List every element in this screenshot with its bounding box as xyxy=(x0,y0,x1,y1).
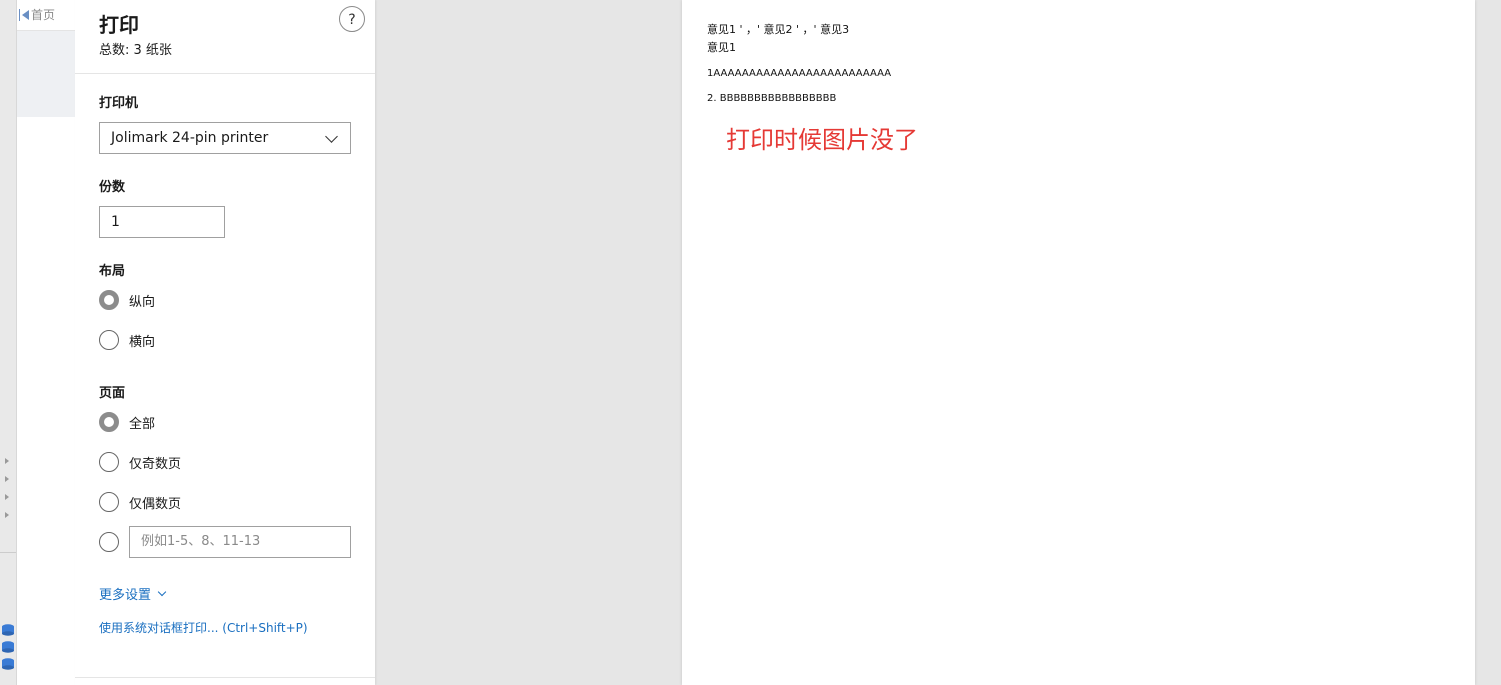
printer-select-value: Jolimark 24-pin printer xyxy=(111,130,269,146)
database-icon[interactable] xyxy=(1,641,15,653)
background-toolbar: 首页 xyxy=(17,0,75,31)
divider xyxy=(0,552,16,563)
help-button[interactable]: ? xyxy=(339,6,365,32)
layout-option-portrait[interactable]: 纵向 xyxy=(99,290,155,310)
radio-checked-icon[interactable] xyxy=(99,412,119,432)
expand-arrow-icon[interactable] xyxy=(5,476,9,482)
radio-label: 全部 xyxy=(129,416,156,432)
radio-unchecked-icon[interactable] xyxy=(99,532,119,552)
preview-line: 2. BBBBBBBBBBBBBBBBB xyxy=(707,93,837,104)
database-icon[interactable] xyxy=(1,624,15,636)
radio-checked-icon[interactable] xyxy=(99,290,119,310)
expand-arrow-icon[interactable] xyxy=(5,494,9,500)
pages-option-custom[interactable] xyxy=(99,532,119,552)
first-page-icon xyxy=(19,9,20,21)
page-range-input[interactable]: 例如1-5、8、11-13 xyxy=(129,526,351,558)
radio-unchecked-icon[interactable] xyxy=(99,452,119,472)
layout-label: 布局 xyxy=(99,264,126,279)
pages-option-all[interactable]: 全部 xyxy=(99,412,155,432)
chevron-down-icon xyxy=(157,587,167,597)
print-dialog: 打印 总数: 3 纸张 ? 打印机 Jolimark 24-pin printe… xyxy=(75,0,375,685)
printer-label: 打印机 xyxy=(99,96,139,111)
background-panel xyxy=(17,31,75,117)
copies-label: 份数 xyxy=(99,180,126,195)
radio-label: 横向 xyxy=(129,334,156,350)
printer-select[interactable]: Jolimark 24-pin printer xyxy=(99,122,351,154)
divider xyxy=(75,677,375,678)
expand-arrow-icon[interactable] xyxy=(5,458,9,464)
more-settings-label: 更多设置 xyxy=(99,588,152,603)
pages-option-odd[interactable]: 仅奇数页 xyxy=(99,452,181,472)
expand-arrow-icon[interactable] xyxy=(5,512,9,518)
background-app: 首页 xyxy=(0,0,75,685)
dialog-header: 打印 总数: 3 纸张 ? xyxy=(75,0,375,74)
pages-label: 页面 xyxy=(99,386,126,401)
first-page-button[interactable]: 首页 xyxy=(19,0,55,30)
preview-line: 意见1 ' ，' 意见2 ' ，' 意见3 xyxy=(707,23,850,36)
background-content xyxy=(17,117,75,685)
copies-input[interactable]: 1 xyxy=(99,206,225,238)
layout-option-landscape[interactable]: 横向 xyxy=(99,330,155,350)
radio-label: 仅奇数页 xyxy=(129,456,182,472)
pages-option-even[interactable]: 仅偶数页 xyxy=(99,492,181,512)
first-page-label: 首页 xyxy=(31,8,56,22)
chevron-down-icon xyxy=(325,130,338,143)
left-edge-bar xyxy=(0,0,17,685)
radio-label: 纵向 xyxy=(129,294,156,310)
radio-unchecked-icon[interactable] xyxy=(99,492,119,512)
radio-label: 仅偶数页 xyxy=(129,496,182,512)
print-preview-page[interactable]: 意见1 ' ，' 意见2 ' ，' 意见3 意见1 1AAAAAAAAAAAAA… xyxy=(682,0,1475,685)
dialog-title: 打印 xyxy=(99,13,139,37)
more-settings-link[interactable]: 更多设置 xyxy=(99,584,167,603)
database-icon[interactable] xyxy=(1,658,15,670)
preview-line: 意见1 xyxy=(707,41,736,54)
radio-unchecked-icon[interactable] xyxy=(99,330,119,350)
sheet-count: 总数: 3 纸张 xyxy=(99,43,172,58)
first-page-icon-arrow xyxy=(22,10,29,20)
annotation-text: 打印时候图片没了 xyxy=(726,126,918,154)
system-dialog-link[interactable]: 使用系统对话框打印... (Ctrl+Shift+P) xyxy=(99,619,308,636)
preview-line: 1AAAAAAAAAAAAAAAAAAAAAAAAA xyxy=(707,68,892,79)
